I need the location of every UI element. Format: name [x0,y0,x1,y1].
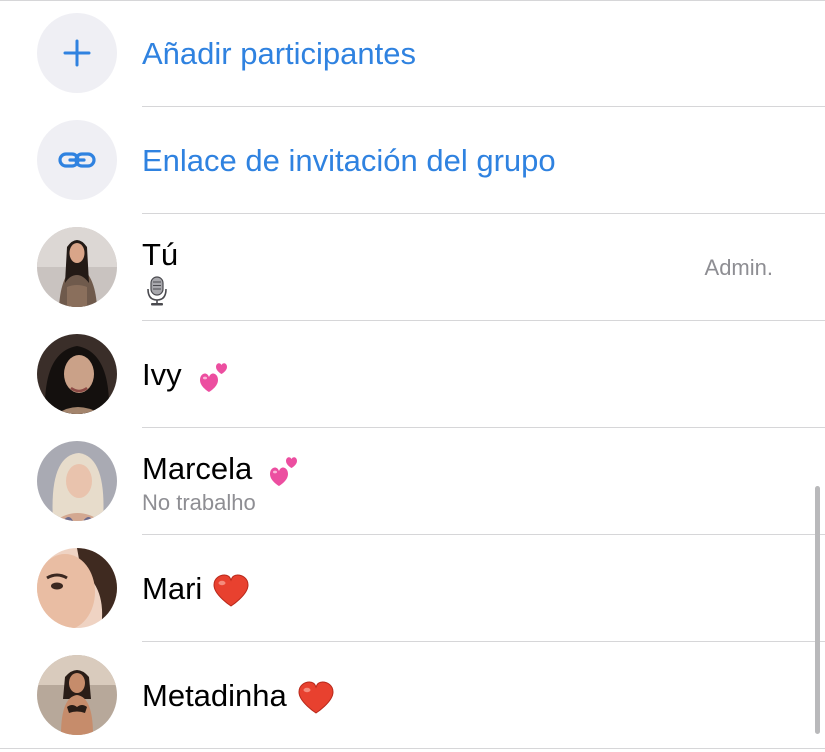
participant-name: Ivy [142,357,182,392]
avatar [37,334,117,414]
participant-name: Marcela [142,451,253,486]
invite-link-row[interactable]: Enlace de invitación del grupo [0,107,825,214]
participant-name-line: Mari [142,535,250,642]
red-heart-emoji [213,574,249,607]
row-divider [0,748,825,749]
link-icon [58,152,96,168]
participant-row-mari[interactable]: Mari [0,535,825,642]
participant-status: No trabalho [142,490,256,515]
participant-name: Mari [142,571,203,606]
avatar [37,548,117,628]
participant-name: Metadinha [142,678,287,713]
participant-row-marcela[interactable]: Marcela No trabalho [0,428,825,535]
add-participants-row[interactable]: Añadir participantes [0,0,825,107]
participant-name: Tú [142,237,179,272]
add-participants-label: Añadir participantes [142,36,416,71]
scrollbar[interactable] [815,486,820,734]
admin-badge: Admin. [704,255,773,280]
participant-row-ivy[interactable]: Ivy [0,321,825,428]
avatar-photo [37,548,117,628]
participant-row-tu[interactable]: Tú Admin. [0,214,825,321]
microphone-icon [147,276,167,306]
avatar [37,441,117,521]
avatar [37,655,117,735]
avatar [37,227,117,307]
participant-name-line: Metadinha [142,642,335,749]
avatar-photo [37,334,117,414]
participant-name-line: Ivy [142,321,232,428]
two-hearts-emoji [270,457,298,486]
invite-link-label: Enlace de invitación del grupo [142,143,556,178]
group-participants-list: Añadir participantes Enlace de invitació… [0,0,825,752]
two-hearts-emoji [199,363,227,392]
red-heart-emoji [298,681,334,714]
participant-name-line: Marcela [142,450,302,488]
add-participants-icon-circle [37,13,117,93]
avatar-photo [37,227,117,307]
participant-row-metadinha[interactable]: Metadinha [0,642,825,749]
plus-icon [63,39,91,67]
invite-link-icon-circle [37,120,117,200]
avatar-photo [37,441,117,521]
avatar-photo [37,655,117,735]
